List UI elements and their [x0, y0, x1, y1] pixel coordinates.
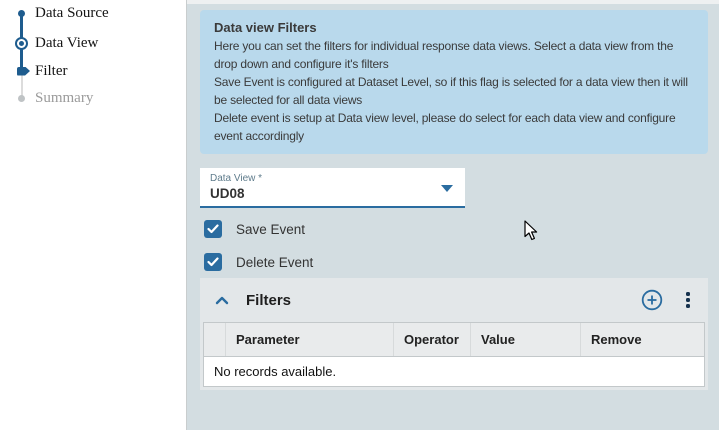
collapse-button[interactable]	[212, 290, 232, 310]
step-done-dot-icon	[18, 10, 25, 17]
data-view-select-value: UD08	[210, 185, 455, 202]
info-box-text: Here you can set the filters for individ…	[214, 37, 694, 73]
info-box-text: Save Event is configured at Dataset Leve…	[214, 73, 694, 109]
stepper: Data Source Data View Filter Summary	[0, 0, 186, 130]
step-marker-icon	[17, 67, 30, 76]
delete-event-row[interactable]: Delete Event	[204, 253, 313, 271]
step-label: Summary	[35, 90, 93, 107]
data-view-select-label: Data View *	[210, 173, 455, 185]
empty-table-message: No records available.	[204, 357, 704, 386]
add-filter-button[interactable]	[640, 288, 664, 312]
info-box-text: Delete event is setup at Data view level…	[214, 109, 694, 145]
column-header-remove: Remove	[581, 323, 704, 356]
kebab-dot	[686, 304, 689, 307]
checkmark-icon	[207, 224, 219, 234]
delete-event-label: Delete Event	[236, 255, 313, 270]
step-current-ring-icon	[15, 37, 28, 50]
info-box-title: Data view Filters	[214, 19, 694, 37]
step-label: Filter	[35, 63, 68, 80]
plus-circle-icon	[641, 289, 663, 311]
filters-header: Filters	[200, 278, 708, 322]
filters-title: Filters	[246, 292, 291, 309]
save-event-row[interactable]: Save Event	[204, 220, 305, 238]
stepper-item-summary[interactable]: Summary	[0, 89, 93, 107]
save-event-checkbox[interactable]	[204, 220, 222, 238]
filters-table: Parameter Operator Value Remove No recor…	[203, 322, 705, 387]
filters-section: Filters Paramete	[200, 278, 708, 390]
column-header-operator: Operator	[394, 323, 471, 356]
filters-table-header: Parameter Operator Value Remove	[204, 323, 704, 357]
data-view-select[interactable]: Data View * UD08	[200, 168, 465, 208]
stepper-item-filter[interactable]: Filter	[0, 62, 68, 80]
save-event-label: Save Event	[236, 222, 305, 237]
stepper-item-data-view[interactable]: Data View	[0, 34, 98, 52]
stepper-item-data-source[interactable]: Data Source	[0, 4, 109, 22]
kebab-dot	[686, 298, 689, 301]
data-view-filters-page: Data view Filters Here you can set the f…	[188, 4, 719, 430]
column-header-parameter: Parameter	[226, 323, 394, 356]
column-header-blank	[204, 323, 226, 356]
wizard-stepper-sidebar: Data Source Data View Filter Summary	[0, 0, 187, 430]
step-label: Data Source	[35, 5, 109, 22]
chevron-up-icon	[215, 296, 229, 305]
delete-event-checkbox[interactable]	[204, 253, 222, 271]
step-pending-dot-icon	[18, 95, 25, 102]
step-label: Data View	[35, 35, 98, 52]
checkmark-icon	[207, 257, 219, 267]
wizard-screen: Data Source Data View Filter Summary Dat…	[0, 0, 719, 430]
info-box: Data view Filters Here you can set the f…	[200, 10, 708, 154]
kebab-dot	[686, 292, 689, 295]
more-options-button[interactable]	[680, 290, 696, 310]
caret-down-icon	[441, 185, 453, 192]
column-header-value: Value	[471, 323, 581, 356]
